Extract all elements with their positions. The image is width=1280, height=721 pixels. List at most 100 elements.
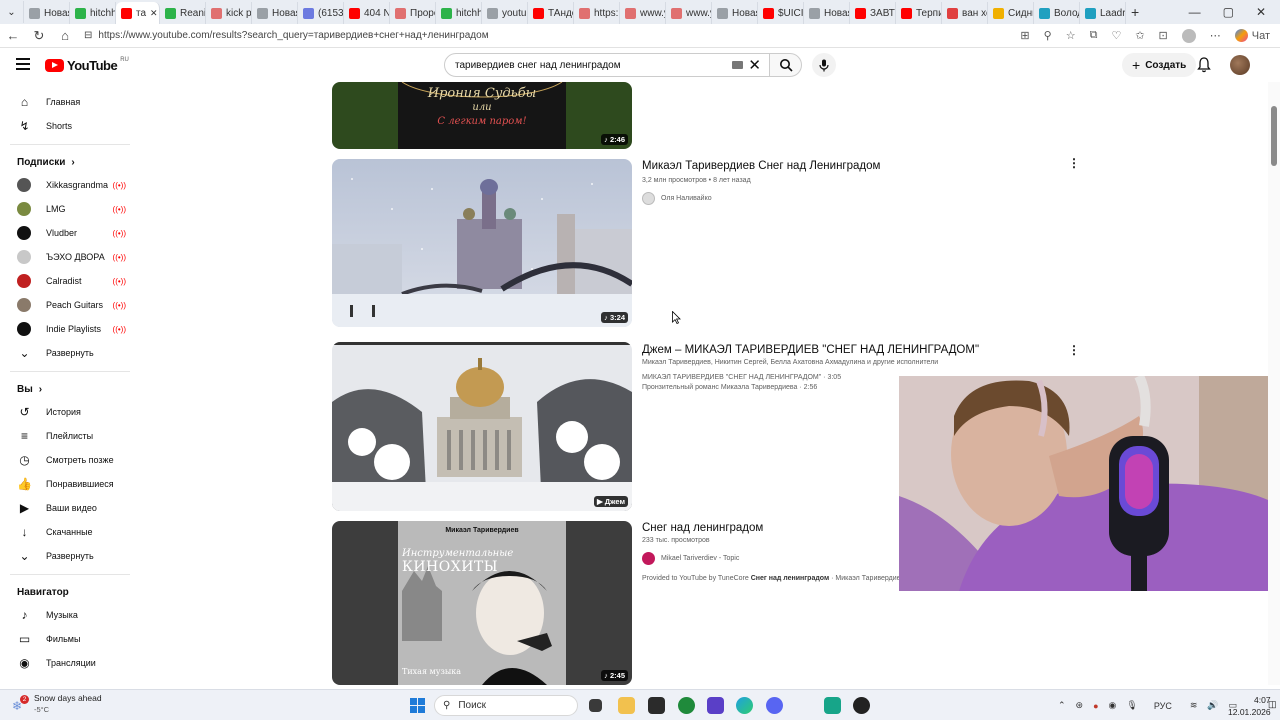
tray-app-icon[interactable]: ⊛ <box>1076 700 1084 711</box>
obs-icon[interactable] <box>853 697 870 714</box>
you-section-header[interactable]: Вы › <box>0 378 140 400</box>
browser-tab[interactable]: kick p: <box>206 2 252 24</box>
collections-icon[interactable]: ⊡ <box>1159 29 1168 42</box>
create-button[interactable]: + Создать <box>1122 53 1197 77</box>
subscription-item[interactable]: Vludber ((•)) <box>0 221 140 245</box>
youtube-logo[interactable]: YouTube RU <box>45 57 129 73</box>
browser-tab[interactable]: Новая <box>24 2 70 24</box>
more-options-icon[interactable]: ⋮ <box>1068 343 1080 357</box>
browser-tab[interactable]: та ✕ <box>116 2 160 24</box>
subscription-item[interactable]: Calradist ((•)) <box>0 269 140 293</box>
sidebar-item[interactable]: ↓ Скачанные <box>0 520 140 544</box>
browser-tab[interactable]: ТАнде <box>528 2 574 24</box>
tab-list-button[interactable]: ⌄ <box>0 1 24 23</box>
subscription-item[interactable]: Indie Playlists ((•)) <box>0 317 140 341</box>
browser-tab[interactable]: https: <box>574 2 620 24</box>
app-available-icon[interactable]: ⊞ <box>1020 29 1029 42</box>
sidebar-item[interactable]: ↺ История <box>0 400 140 424</box>
video-thumbnail[interactable]: ▶ Джем <box>332 342 632 511</box>
video-thumbnail[interactable]: Ирония Судьбы или С легким паром! ♪ 2:46 <box>332 82 632 149</box>
browser-menu-icon[interactable]: ⋯ <box>1210 29 1221 42</box>
sidebar-item[interactable]: ≡ Плейлисты <box>0 424 140 448</box>
subscriptions-header[interactable]: Подписки › <box>0 151 140 173</box>
favorites-icon[interactable]: ✩ <box>1135 29 1144 42</box>
xbox-icon[interactable] <box>678 697 695 714</box>
browser-tab[interactable]: ЗАВТР <box>850 2 896 24</box>
sidebar-item[interactable]: ▶ Ваши видео <box>0 496 140 520</box>
browser-tab[interactable]: $UICI <box>758 2 804 24</box>
browser-tab[interactable]: www.y <box>666 2 712 24</box>
keyboard-icon[interactable] <box>732 61 743 69</box>
page-scrollbar[interactable] <box>1268 82 1280 685</box>
chevron-up-icon[interactable]: ⌃ <box>1058 700 1066 711</box>
search-input[interactable]: таривердиев снег над ленинградом ✕ <box>444 53 770 77</box>
expand-subscriptions-button[interactable]: ⌄ Развернуть <box>0 341 140 365</box>
taskbar-search-box[interactable]: ⚲ Поиск <box>434 695 578 716</box>
subscription-item[interactable]: Xikkasgrandma ((•)) <box>0 173 140 197</box>
browser-tab[interactable]: hitchh <box>436 2 482 24</box>
sidebar-item[interactable]: ⌂ Главная <box>0 90 140 114</box>
expand-you-button[interactable]: ⌄ Развернуть <box>0 544 140 568</box>
taskbar-app-icon[interactable] <box>648 697 665 714</box>
voice-search-button[interactable] <box>812 53 836 77</box>
browser-tab[interactable]: Проро <box>390 2 436 24</box>
browser-tab[interactable]: Сидни <box>988 2 1034 24</box>
edge-icon[interactable] <box>736 697 753 714</box>
video-title[interactable]: Микаэл Таривердиев Снег над Ленинградом <box>642 160 1082 172</box>
browser-tab[interactable]: Володі <box>1034 2 1080 24</box>
menu-icon[interactable] <box>16 58 30 70</box>
browser-tab[interactable]: www.y <box>620 2 666 24</box>
browser-tab[interactable]: ван хе <box>942 2 988 24</box>
zoom-icon[interactable]: ⚲ <box>1044 29 1052 42</box>
more-options-icon[interactable]: ⋮ <box>1068 156 1080 170</box>
tray-app-icon[interactable]: ● <box>1093 701 1098 711</box>
sidebar-item[interactable]: ♪ Музыка <box>0 603 140 627</box>
tray-mic-icon[interactable]: 🎙 <box>1126 700 1137 711</box>
back-icon[interactable]: ← <box>0 28 26 43</box>
browser-tab[interactable]: youtul <box>482 2 528 24</box>
video-thumbnail[interactable]: ♪ 3:24 <box>332 159 632 327</box>
channel-link[interactable]: Оля Наливайко <box>642 192 1082 205</box>
minimize-icon[interactable]: — <box>1189 5 1201 19</box>
clear-search-icon[interactable]: ✕ <box>748 56 761 74</box>
sidebar-item[interactable]: ◷ Смотреть позже <box>0 448 140 472</box>
close-tab-icon[interactable]: ✕ <box>150 8 158 19</box>
notifications-bell-icon[interactable] <box>1197 57 1211 73</box>
sidebar-item[interactable]: 👍 Понравившиеся <box>0 472 140 496</box>
subscription-item[interactable]: ЪЭХО ДВОРА ((•)) <box>0 245 140 269</box>
site-info-icon[interactable]: ⊟ <box>84 30 92 41</box>
discord-icon[interactable] <box>766 697 783 714</box>
file-explorer-icon[interactable] <box>618 697 635 714</box>
taskbar-clock[interactable]: 4:07 12.01.2026 <box>1228 694 1271 718</box>
browser-tab[interactable]: Reanir <box>160 2 206 24</box>
extensions-icon[interactable]: ⧉ <box>1090 29 1098 42</box>
browser-tab[interactable]: Новая <box>252 2 298 24</box>
browser-tab[interactable]: (6153) <box>298 2 344 24</box>
close-window-icon[interactable]: ✕ <box>1256 5 1266 19</box>
browser-tab[interactable]: Новая <box>712 2 758 24</box>
tray-app-icon[interactable]: ◉ <box>1109 700 1117 711</box>
sidebar-item[interactable]: ↯ Shorts <box>0 114 140 138</box>
sidebar-item[interactable]: ◉ Трансляции <box>0 651 140 675</box>
browser-tab[interactable]: Laadr <box>1080 2 1126 24</box>
video-thumbnail[interactable]: Микаэл Таривердиев Инструментальные КИНО… <box>332 521 632 685</box>
windows-start-icon[interactable] <box>410 698 425 713</box>
profile-avatar[interactable] <box>1181 28 1196 43</box>
search-button[interactable] <box>769 53 802 77</box>
favorite-star-icon[interactable]: ☆ <box>1066 29 1076 42</box>
video-title[interactable]: Джем – МИКАЭЛ ТАРИВЕРДИЕВ "СНЕГ НАД ЛЕНИ… <box>642 344 1082 356</box>
wifi-icon[interactable]: ≋ <box>1190 700 1198 711</box>
sidebar-item[interactable]: ▭ Фильмы <box>0 627 140 651</box>
new-tab-button[interactable]: + <box>1126 1 1144 23</box>
user-avatar[interactable] <box>1230 55 1250 75</box>
language-indicator[interactable]: РУС <box>1154 701 1172 711</box>
maximize-icon[interactable]: ▢ <box>1223 5 1234 19</box>
task-view-icon[interactable] <box>589 699 602 712</box>
browser-tab[interactable]: 404 N <box>344 2 390 24</box>
copilot-button[interactable]: Чат <box>1234 29 1270 42</box>
reload-icon[interactable]: ↻ <box>26 28 52 44</box>
weather-widget[interactable]: ❄ 2 Snow days ahead -5°C <box>10 693 102 715</box>
url-field[interactable]: ⊟ https://www.youtube.com/results?search… <box>84 30 489 41</box>
subscription-item[interactable]: Peach Guitars ((•)) <box>0 293 140 317</box>
volume-icon[interactable]: 🔊 <box>1207 700 1218 711</box>
